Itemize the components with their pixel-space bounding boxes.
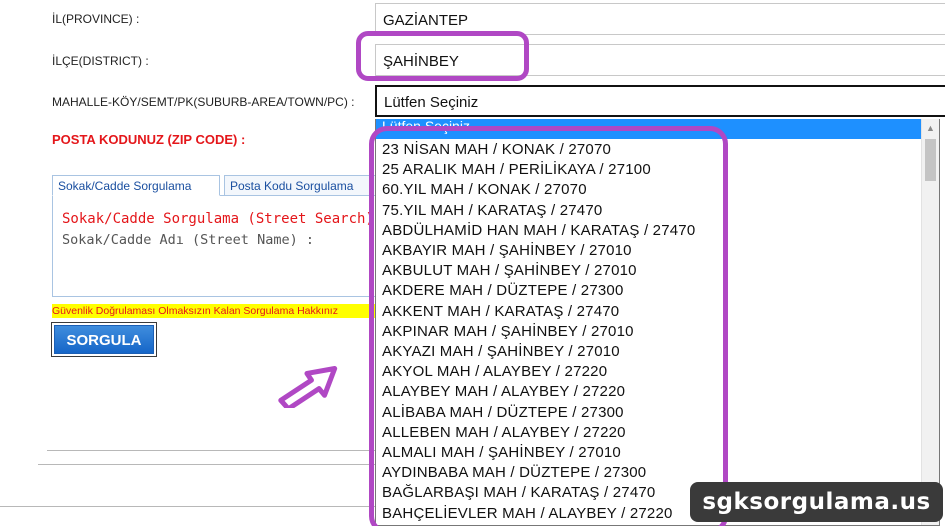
- submit-button-frame: SORGULA: [51, 322, 157, 357]
- scrollbar-thumb[interactable]: [925, 139, 936, 181]
- dropdown-option[interactable]: BAHÇELİEVLER MAH / ALAYBEY / 27220: [382, 505, 673, 522]
- arrow-right-icon: [278, 366, 338, 408]
- tab-street-search[interactable]: Sokak/Cadde Sorgulama: [52, 175, 220, 196]
- street-name-label: Sokak/Cadde Adı (Street Name) :: [62, 232, 314, 248]
- neighborhood-select[interactable]: Lütfen Seçiniz: [375, 85, 945, 117]
- dropdown-option[interactable]: AKDERE MAH / DÜZTEPE / 27300: [382, 282, 624, 299]
- dropdown-option[interactable]: 75.YIL MAH / KARATAŞ / 27470: [382, 202, 602, 219]
- dropdown-option[interactable]: 23 NİSAN MAH / KONAK / 27070: [382, 141, 611, 158]
- district-label: İLÇE(DISTRICT) :: [52, 54, 149, 68]
- divider: [0, 506, 377, 507]
- zip-code-label: POSTA KODUNUZ (ZIP CODE) :: [52, 132, 246, 147]
- dropdown-option[interactable]: AKKENT MAH / KARATAŞ / 27470: [382, 303, 619, 320]
- dropdown-option[interactable]: AKBAYIR MAH / ŞAHİNBEY / 27010: [382, 242, 632, 259]
- province-select[interactable]: GAZİANTEP: [375, 3, 945, 35]
- dropdown-option[interactable]: AKBULUT MAH / ŞAHİNBEY / 27010: [382, 262, 637, 279]
- province-label: İL(PROVINCE) :: [52, 12, 140, 26]
- dropdown-option[interactable]: AKYOL MAH / ALAYBEY / 27220: [382, 363, 607, 380]
- divider: [38, 464, 377, 465]
- dropdown-option-selected[interactable]: Lütfen Seçiniz: [376, 119, 922, 139]
- tab-zip-search[interactable]: Posta Kodu Sorgulama: [224, 175, 382, 196]
- street-search-panel: Sokak/Cadde Sorgulama (Street Search) So…: [52, 195, 382, 297]
- dropdown-option[interactable]: ALMALI MAH / ŞAHİNBEY / 27010: [382, 444, 621, 461]
- dropdown-option[interactable]: ABDÜLHAMİD HAN MAH / KARATAŞ / 27470: [382, 222, 695, 239]
- dropdown-option[interactable]: AKYAZI MAH / ŞAHİNBEY / 27010: [382, 343, 620, 360]
- street-search-title: Sokak/Cadde Sorgulama (Street Search): [62, 211, 374, 227]
- dropdown-option[interactable]: 60.YIL MAH / KONAK / 27070: [382, 181, 587, 198]
- district-select[interactable]: ŞAHİNBEY: [375, 44, 945, 76]
- query-button[interactable]: SORGULA: [54, 325, 154, 354]
- dropdown-option[interactable]: ALLEBEN MAH / ALAYBEY / 27220: [382, 424, 626, 441]
- divider: [47, 450, 377, 451]
- dropdown-option[interactable]: ALİBABA MAH / DÜZTEPE / 27300: [382, 404, 624, 421]
- security-warning: Güvenlik Doğrulaması Olmaksızın Kalan So…: [52, 304, 375, 318]
- dropdown-option[interactable]: AYDINBABA MAH / DÜZTEPE / 27300: [382, 464, 646, 481]
- dropdown-option[interactable]: 25 ARALIK MAH / PERİLİKAYA / 27100: [382, 161, 651, 178]
- scroll-up-arrow-icon[interactable]: ▲: [922, 121, 939, 135]
- site-watermark: sgksorgulama.us: [690, 482, 943, 522]
- neighborhood-label: MAHALLE-KÖY/SEMT/PK(SUBURB-AREA/TOWN/PC)…: [52, 95, 355, 109]
- neighborhood-dropdown-list[interactable]: Lütfen Seçiniz 23 NİSAN MAH / KONAK / 27…: [375, 119, 940, 526]
- dropdown-option[interactable]: BAĞLARBAŞI MAH / KARATAŞ / 27470: [382, 484, 655, 501]
- dropdown-option[interactable]: AKPINAR MAH / ŞAHİNBEY / 27010: [382, 323, 634, 340]
- dropdown-scrollbar[interactable]: ▲: [921, 119, 939, 525]
- dropdown-option[interactable]: ALAYBEY MAH / ALAYBEY / 27220: [382, 383, 625, 400]
